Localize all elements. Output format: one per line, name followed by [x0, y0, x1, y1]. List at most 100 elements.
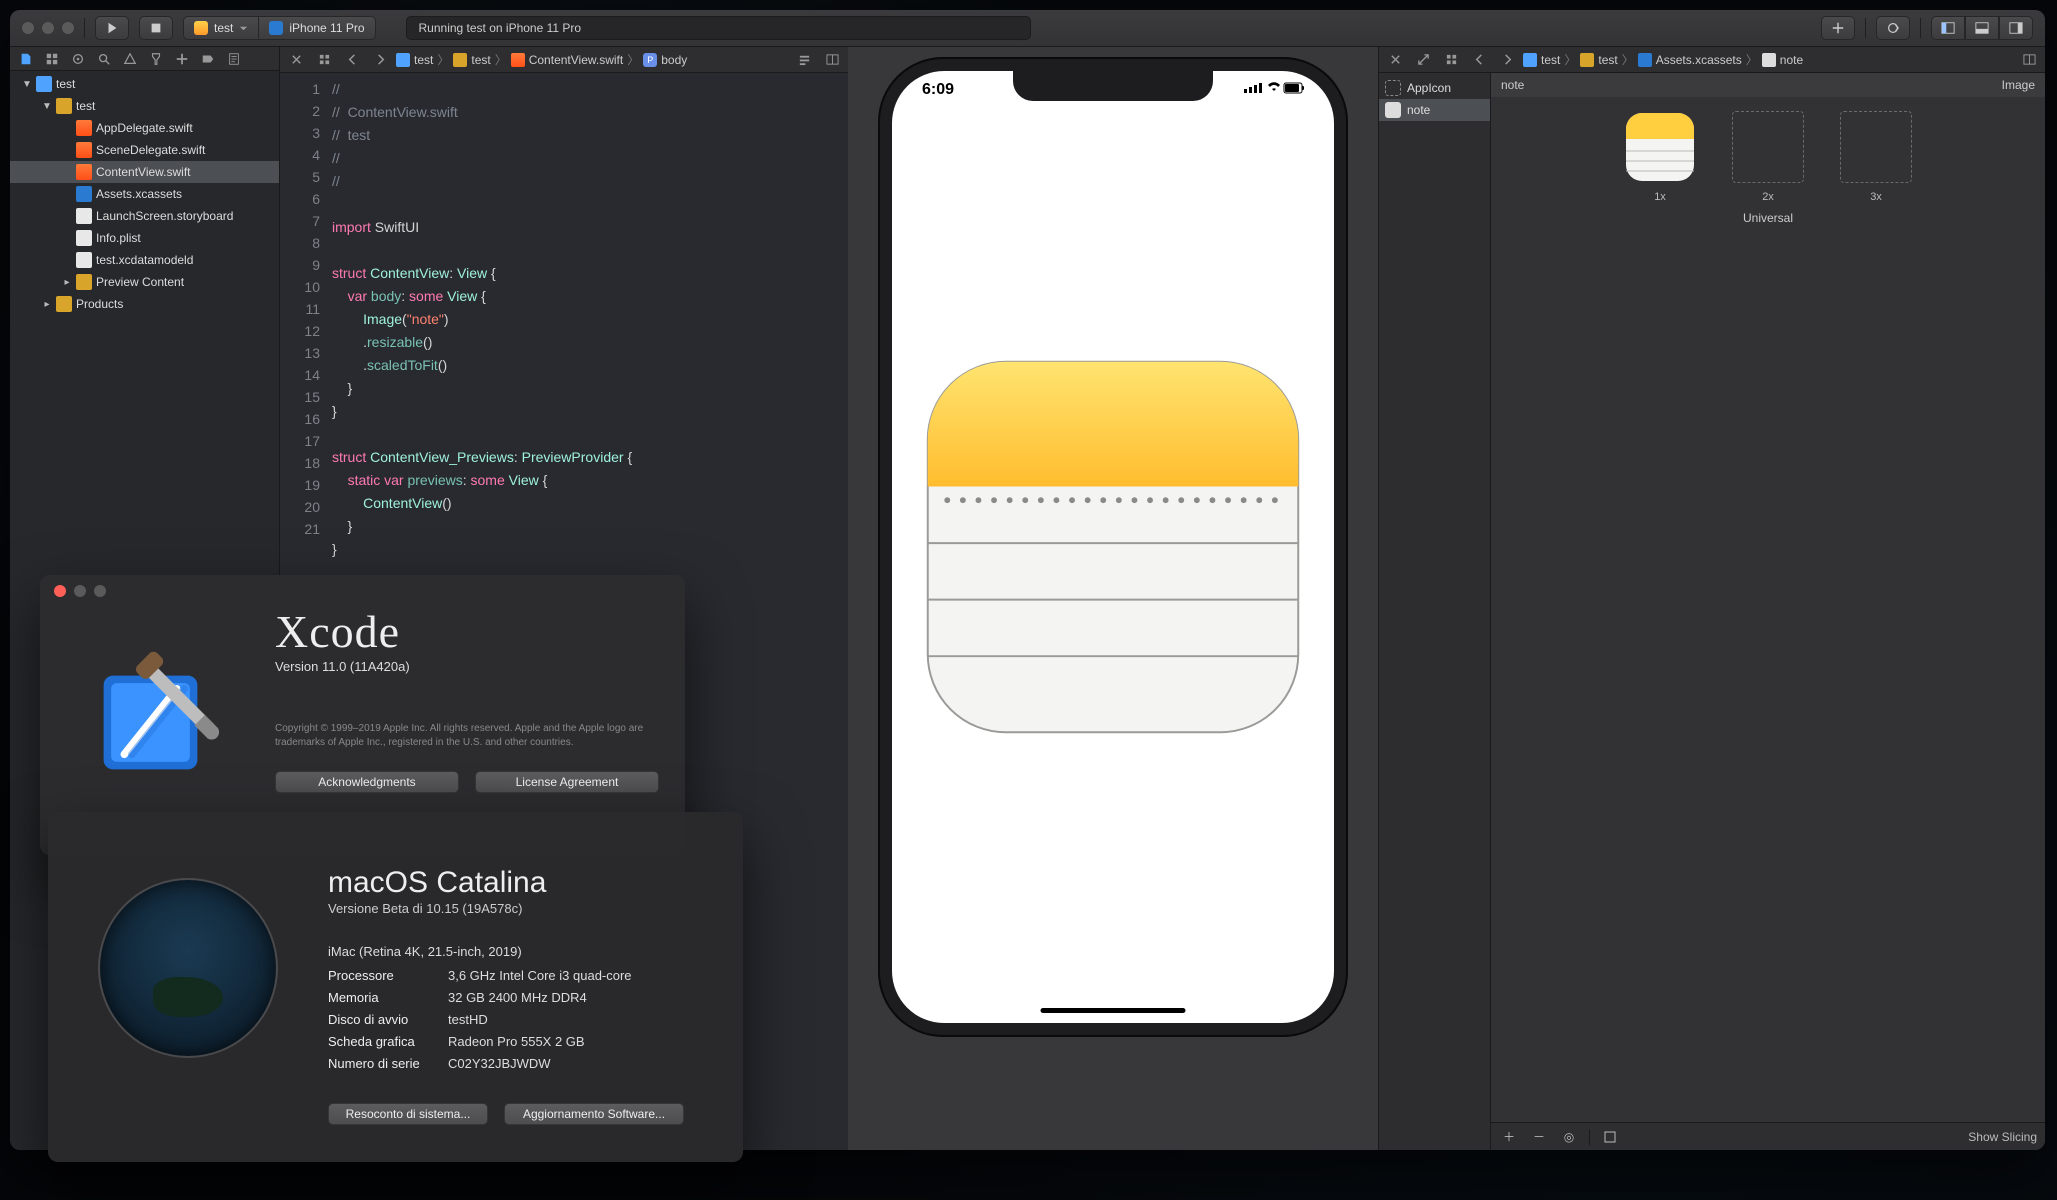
issue-nav-tab[interactable]	[118, 49, 142, 69]
acknowledgments-button[interactable]: Acknowledgments	[275, 771, 459, 793]
empty-slot[interactable]	[1840, 111, 1912, 183]
jump-seg-group[interactable]: test	[453, 53, 490, 67]
add-editor-button[interactable]	[820, 50, 844, 70]
tree-file-assets[interactable]: Assets.xcassets	[10, 183, 279, 205]
slot-2x[interactable]: 2x	[1732, 111, 1804, 203]
macos-artwork	[98, 878, 278, 1058]
editor-options-button[interactable]	[792, 50, 816, 70]
breakpoint-nav-tab[interactable]	[196, 49, 220, 69]
assets-icon	[1638, 53, 1652, 67]
tree-group-products[interactable]: ▸Products	[10, 293, 279, 315]
toggle-inspector-button[interactable]	[1999, 16, 2033, 40]
about-version: Version 11.0 (11A420a)	[275, 659, 659, 674]
tree-file-appdelegate[interactable]: AppDelegate.swift	[10, 117, 279, 139]
source-control-nav-tab[interactable]	[40, 49, 64, 69]
jump-seg-group[interactable]: test	[1580, 53, 1617, 67]
slot-1x[interactable]: 1x	[1624, 111, 1696, 203]
filter-button[interactable]	[1600, 1127, 1620, 1147]
software-update-button[interactable]: Aggiornamento Software...	[504, 1103, 684, 1125]
button-label: Acknowledgments	[318, 775, 415, 789]
jump-seg-project[interactable]: test	[1523, 53, 1560, 67]
jump-seg-file[interactable]: ContentView.swift	[511, 53, 624, 67]
spec-key: Processore	[328, 965, 448, 987]
jump-seg-symbol[interactable]: Pbody	[643, 53, 687, 67]
project-nav-tab[interactable]	[14, 49, 38, 69]
system-report-button[interactable]: Resoconto di sistema...	[328, 1103, 488, 1125]
report-nav-tab[interactable]	[222, 49, 246, 69]
minimize-window-icon[interactable]	[42, 22, 54, 34]
close-tab-button[interactable]	[1383, 50, 1407, 70]
debug-nav-tab[interactable]	[170, 49, 194, 69]
jump-seg-assets[interactable]: Assets.xcassets	[1638, 53, 1742, 67]
related-items-button[interactable]	[312, 50, 336, 70]
spec-value: 3,6 GHz Intel Core i3 quad-core	[448, 968, 632, 983]
storyboard-icon	[76, 208, 92, 224]
find-nav-tab[interactable]	[92, 49, 116, 69]
remove-asset-button[interactable]: －	[1529, 1127, 1549, 1147]
xcodeproj-icon	[396, 53, 410, 67]
close-window-icon[interactable]	[54, 585, 66, 597]
asset-options-button[interactable]: ◎	[1559, 1127, 1579, 1147]
back-button[interactable]	[340, 50, 364, 70]
swiftui-canvas[interactable]: 6:09	[848, 47, 1378, 1150]
xcodeproj-icon	[1523, 53, 1537, 67]
close-tab-button[interactable]	[284, 50, 308, 70]
tree-file-launchscreen[interactable]: LaunchScreen.storyboard	[10, 205, 279, 227]
expand-button[interactable]	[1411, 50, 1435, 70]
macos-version: Versione Beta di 10.15 (19A578c)	[328, 901, 723, 916]
iphone-frame: 6:09	[878, 57, 1348, 1037]
close-window-icon[interactable]	[22, 22, 34, 34]
activity-text: Running test on iPhone 11 Pro	[419, 21, 582, 35]
slot-1x-image[interactable]	[1624, 111, 1696, 183]
xcodeproj-icon	[36, 76, 52, 92]
add-asset-button[interactable]: ＋	[1499, 1127, 1519, 1147]
jump-label: test	[1541, 53, 1560, 67]
asset-note[interactable]: note	[1379, 99, 1490, 121]
forward-button[interactable]	[1495, 50, 1519, 70]
tree-label: Products	[76, 297, 123, 311]
stop-button[interactable]	[139, 16, 173, 40]
scheme-device[interactable]: iPhone 11 Pro	[259, 16, 375, 40]
code-review-button[interactable]	[1876, 16, 1910, 40]
back-button[interactable]	[1467, 50, 1491, 70]
tree-file-contentview[interactable]: ContentView.swift	[10, 161, 279, 183]
show-slicing-button[interactable]: Show Slicing	[1968, 1130, 2037, 1144]
tree-project[interactable]: ▼test	[10, 73, 279, 95]
window-traffic-lights[interactable]	[54, 585, 106, 597]
tree-group-preview[interactable]: ▸Preview Content	[10, 271, 279, 293]
tree-label: test	[56, 77, 75, 91]
asset-title: note	[1501, 78, 1524, 92]
activity-view: Running test on iPhone 11 Pro	[406, 16, 1031, 40]
tree-file-scenedelegate[interactable]: SceneDelegate.swift	[10, 139, 279, 161]
device-icon	[269, 21, 283, 35]
asset-appicon[interactable]: AppIcon	[1379, 77, 1490, 99]
forward-button[interactable]	[368, 50, 392, 70]
symbol-nav-tab[interactable]	[66, 49, 90, 69]
jump-label: test	[471, 53, 490, 67]
editor-options-button[interactable]	[2017, 50, 2041, 70]
slot-3x[interactable]: 3x	[1840, 111, 1912, 203]
scheme-selector[interactable]: test iPhone 11 Pro	[183, 16, 376, 40]
related-items-button[interactable]	[1439, 50, 1463, 70]
jump-seg-project[interactable]: test	[396, 53, 433, 67]
tree-file-model[interactable]: test.xcdatamodeld	[10, 249, 279, 271]
toggle-debug-button[interactable]	[1965, 16, 1999, 40]
tree-file-info[interactable]: Info.plist	[10, 227, 279, 249]
run-button[interactable]	[95, 16, 129, 40]
status-time: 6:09	[922, 81, 954, 99]
toggle-navigator-button[interactable]	[1931, 16, 1965, 40]
scheme-target[interactable]: test	[183, 16, 259, 40]
asset-list[interactable]: AppIcon note	[1379, 73, 1491, 1150]
jump-seg-asset[interactable]: note	[1762, 53, 1803, 67]
empty-slot[interactable]	[1732, 111, 1804, 183]
tree-group[interactable]: ▼test	[10, 95, 279, 117]
test-nav-tab[interactable]	[144, 49, 168, 69]
window-traffic-lights[interactable]	[22, 22, 74, 34]
titlebar: test iPhone 11 Pro Running test on iPhon…	[10, 10, 2045, 47]
assets-editor: test〉 test〉 Assets.xcassets〉 note AppIco…	[1378, 47, 2045, 1150]
separator	[1920, 18, 1921, 38]
library-button[interactable]	[1821, 16, 1855, 40]
cdmodel-icon	[76, 252, 92, 268]
zoom-window-icon[interactable]	[62, 22, 74, 34]
license-agreement-button[interactable]: License Agreement	[475, 771, 659, 793]
